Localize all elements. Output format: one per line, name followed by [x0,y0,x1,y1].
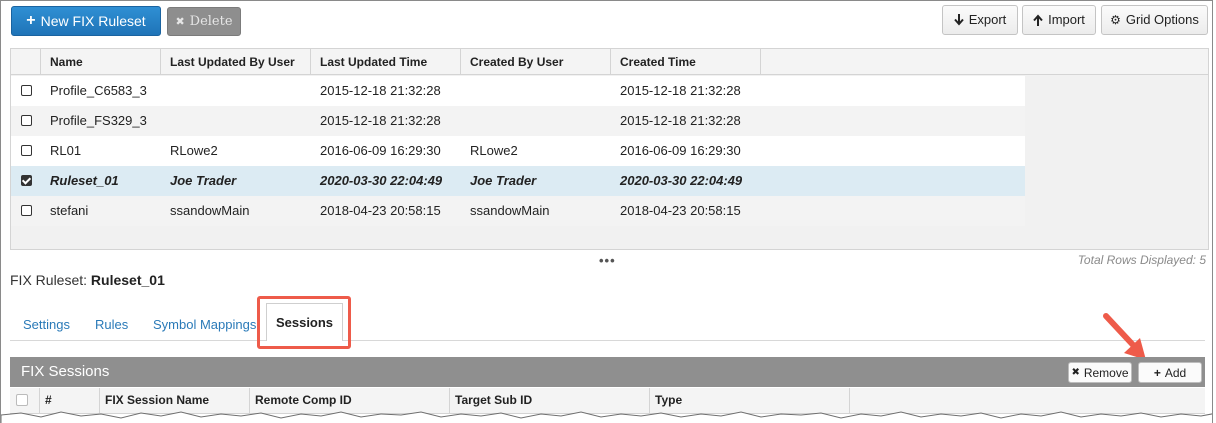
new-ruleset-label: New FIX Ruleset [40,13,146,29]
header-created-by[interactable]: Created By User [461,49,611,75]
row-checkbox[interactable] [21,145,32,156]
export-label: Export [968,12,1007,27]
import-label: Import [1048,12,1085,27]
cell-updated-by: RLowe2 [170,143,218,158]
cell-created-by [461,76,470,106]
cell-name: Profile_FS329_3 [50,113,147,128]
plus-icon: + [1153,365,1161,380]
table-row-selected[interactable]: Ruleset_01 Joe Trader 2020-03-30 22:04:4… [11,166,1025,196]
total-rows-label: Total Rows Displayed: 5 [1077,253,1206,267]
torn-edge-decoration [1,411,1212,423]
cell-created-time: 2018-04-23 20:58:15 [620,203,741,218]
cell-updated-time: 2018-04-23 20:58:15 [320,203,441,218]
tabs-divider [10,340,1205,341]
import-button[interactable]: Import [1022,5,1096,35]
callout-highlight-box [257,296,351,349]
arrow-down-icon [953,14,964,26]
add-button[interactable]: + Add [1138,362,1202,383]
cell-created-by: RLowe2 [470,143,518,158]
cell-updated-time: 2015-12-18 21:32:28 [320,83,441,98]
cell-updated-by [161,76,170,106]
cell-updated-by [161,106,170,136]
delete-label: Delete [189,13,233,29]
row-checkbox[interactable] [21,205,32,216]
grid-header: Name Last Updated By User Last Updated T… [11,49,1208,75]
export-button[interactable]: Export [942,5,1018,35]
selected-ruleset-heading: FIX Ruleset: Ruleset_01 [10,272,165,288]
remove-button[interactable]: ✖ Remove [1068,362,1132,383]
cell-name: Ruleset_01 [50,173,119,188]
cell-created-time: 2015-12-18 21:32:28 [620,113,741,128]
cell-created-time: 2016-06-09 16:29:30 [620,143,741,158]
table-row[interactable]: Profile_C6583_3 2015-12-18 21:32:28 2015… [11,76,1025,106]
cell-name: Profile_C6583_3 [50,83,147,98]
cell-name: stefani [50,203,89,218]
plus-icon: + [26,12,36,29]
cell-created-by [461,106,470,136]
table-row[interactable]: RL01 RLowe2 2016-06-09 16:29:30 RLowe2 2… [11,136,1025,166]
cell-updated-by: Joe Trader [170,173,237,188]
tab-rules[interactable]: Rules [95,317,128,332]
tab-symbol-mappings[interactable]: Symbol Mappings [153,317,256,332]
header-last-updated-time[interactable]: Last Updated Time [311,49,461,75]
cell-created-time: 2015-12-18 21:32:28 [620,83,741,98]
remove-label: Remove [1083,365,1129,380]
cell-updated-time: 2015-12-18 21:32:28 [320,113,441,128]
table-row[interactable]: Profile_FS329_3 2015-12-18 21:32:28 2015… [11,106,1025,136]
row-checkbox-checked[interactable] [21,175,32,186]
cell-updated-time: 2016-06-09 16:29:30 [320,143,441,158]
cell-name: RL01 [50,143,82,158]
header-last-updated-by[interactable]: Last Updated By User [161,49,311,75]
grid-options-button[interactable]: ⚙ Grid Options [1101,5,1208,35]
fix-sessions-title: FIX Sessions [21,363,110,380]
gear-icon: ⚙ [1110,13,1121,27]
close-icon: ✖ [175,14,185,28]
header-created-time[interactable]: Created Time [611,49,761,75]
cell-created-time: 2020-03-30 22:04:49 [620,173,743,188]
fix-sessions-panel-header: FIX Sessions ✖ Remove + Add [10,357,1205,387]
new-ruleset-button[interactable]: + New FIX Ruleset [11,6,161,36]
tab-settings[interactable]: Settings [23,317,70,332]
selected-ruleset-name: Ruleset_01 [90,272,165,288]
cell-created-by: Joe Trader [470,173,537,188]
grid-options-label: Grid Options [1125,12,1199,27]
row-checkbox[interactable] [21,85,32,96]
arrow-up-icon [1033,14,1043,26]
selected-ruleset-label: FIX Ruleset: [10,272,88,288]
row-checkbox[interactable] [21,115,32,126]
close-icon: ✖ [1071,367,1080,378]
add-label: Add [1164,365,1187,380]
cell-created-by: ssandowMain [470,203,550,218]
table-row[interactable]: stefani ssandowMain 2018-04-23 20:58:15 … [11,196,1025,226]
resize-handle[interactable]: ••• [599,253,616,268]
header-name[interactable]: Name [41,49,161,75]
rulesets-grid: Name Last Updated By User Last Updated T… [10,48,1209,250]
cell-updated-time: 2020-03-30 22:04:49 [320,173,443,188]
app-frame: + New FIX Ruleset ✖ Delete Export Import… [0,0,1213,423]
delete-button[interactable]: ✖ Delete [167,7,241,36]
cell-updated-by: ssandowMain [170,203,250,218]
header-select-column [11,49,41,75]
